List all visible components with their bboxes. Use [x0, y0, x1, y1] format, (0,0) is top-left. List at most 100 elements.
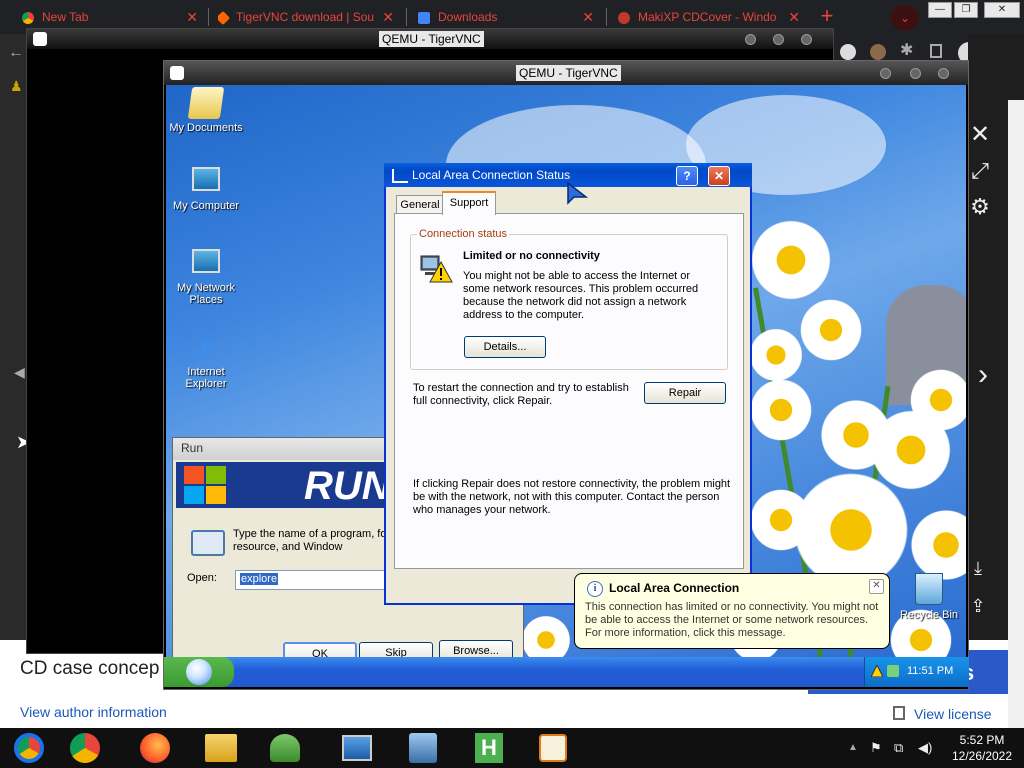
repair-button[interactable]: Repair — [644, 382, 726, 404]
new-tab-button[interactable]: + — [814, 5, 840, 29]
windows-orb-icon — [186, 659, 212, 685]
side-panel-icon[interactable] — [930, 44, 942, 58]
tigervnc-icon[interactable] — [526, 730, 580, 766]
balloon-close-button[interactable]: ✕ — [869, 579, 884, 594]
tab-support[interactable]: Support — [442, 191, 496, 215]
help-button[interactable]: ? — [676, 166, 698, 186]
close-tab-icon[interactable]: ✕ — [186, 4, 198, 30]
extension-icon[interactable] — [840, 44, 856, 60]
tab-downloads[interactable]: Downloads ✕ — [418, 4, 598, 30]
puzzle-icon[interactable]: ✱ — [900, 40, 913, 60]
close-dot[interactable] — [801, 34, 812, 45]
tab-divider — [208, 8, 209, 26]
chromium-icon[interactable] — [2, 730, 56, 766]
close-icon[interactable]: ✕ — [968, 120, 992, 149]
maximize-button[interactable]: ❐ — [954, 2, 978, 18]
host-clock[interactable]: 5:52 PM 12/26/2022 — [944, 732, 1020, 764]
ok-button[interactable]: OK — [283, 642, 357, 657]
close-dot[interactable] — [938, 68, 949, 79]
network-connection-icon — [392, 169, 408, 183]
desktop-icon-label: Recycle Bin — [899, 609, 959, 621]
start-button[interactable] — [164, 657, 234, 687]
close-tab-icon[interactable]: ✕ — [582, 4, 594, 30]
daisy-flower — [746, 215, 836, 305]
network-warning-tray-icon[interactable] — [870, 663, 884, 678]
desktop-icon-recycle-bin[interactable]: Recycle Bin — [894, 573, 964, 621]
chrome-icon[interactable] — [58, 730, 112, 766]
repair-instructions: To restart the connection and try to est… — [413, 382, 629, 407]
tab-tigervnc-download[interactable]: TigerVNC download | Sou ✕ — [218, 4, 398, 30]
computer-icon — [192, 167, 220, 191]
tab-divider — [406, 8, 407, 26]
chevron-up-icon[interactable]: ▲ — [848, 742, 858, 753]
file-manager-icon[interactable] — [194, 730, 248, 766]
gear-icon[interactable]: ⚙ — [968, 194, 992, 220]
tab-makixp-cdcover[interactable]: MakiXP CDCover - Windo ✕ — [618, 4, 804, 30]
avatar[interactable] — [870, 44, 886, 60]
back-arrow-icon[interactable]: ← — [8, 44, 24, 62]
firefox-icon[interactable] — [128, 730, 182, 766]
view-license-link[interactable]: View license — [914, 706, 992, 722]
h-app-icon[interactable]: H — [462, 730, 516, 766]
share-icon[interactable]: ⇪ — [968, 596, 988, 617]
close-tab-icon[interactable]: ✕ — [788, 4, 800, 30]
network-users-icon[interactable] — [258, 730, 312, 766]
folder-icon — [187, 87, 225, 119]
windows-logo-icon — [184, 466, 226, 504]
daisy-flower — [746, 485, 816, 555]
flag-icon[interactable]: ⚑ — [870, 740, 882, 756]
network-warning-icon — [420, 255, 453, 283]
vnc-outer-titlebar[interactable]: QEMU - TigerVNC — [27, 29, 833, 49]
internet-explorer-icon: e — [199, 330, 213, 363]
connectivity-balloon[interactable]: i Local Area Connection ✕ This connectio… — [574, 573, 890, 649]
chevron-right-icon[interactable]: › — [968, 358, 998, 392]
desktop-icon-label: My Documents — [169, 122, 243, 134]
safely-remove-icon[interactable] — [887, 665, 899, 677]
run-open-label: Open: — [187, 572, 217, 584]
close-button[interactable]: ✕ — [708, 166, 730, 186]
tab-label: MakiXP CDCover - Windo — [638, 10, 777, 24]
download-icon[interactable]: ⤓ — [968, 558, 988, 579]
desktop-icon-my-network-places[interactable]: My Network Places — [166, 249, 246, 306]
desktop-icon-my-documents[interactable]: My Documents — [166, 87, 246, 134]
tab-general[interactable]: General — [396, 195, 444, 214]
page-scrollbar[interactable] — [1008, 100, 1024, 728]
view-author-link[interactable]: View author information — [20, 704, 167, 720]
remote-desktop-icon[interactable] — [330, 730, 384, 766]
expand-icon[interactable]: ⤢ — [968, 158, 992, 184]
desktop-icon-label: My Computer — [172, 200, 240, 212]
run-title: Run — [181, 441, 204, 455]
chevron-left-icon[interactable]: ◀ — [14, 364, 25, 381]
minimize-dot[interactable] — [880, 68, 891, 79]
tab-label: TigerVNC download | Sou — [236, 10, 375, 24]
skip-button[interactable]: Skip — [359, 642, 433, 657]
host-time: 5:52 PM — [959, 733, 1005, 747]
vnc-cursor-icon — [567, 181, 588, 205]
volume-icon[interactable]: ◀) — [918, 740, 932, 756]
tab-label: New Tab — [42, 10, 89, 24]
minimize-dot[interactable] — [745, 34, 756, 45]
desktop-icon-label: Internet Explorer — [185, 366, 227, 390]
page-title: CD case concep — [20, 658, 160, 679]
vnc-inner-titlebar[interactable]: QEMU - TigerVNC — [164, 61, 968, 85]
info-icon: i — [587, 581, 603, 597]
tab-divider — [606, 8, 607, 26]
close-window-button[interactable]: ✕ — [984, 2, 1020, 18]
lac-title: Local Area Connection Status — [412, 168, 571, 182]
vm-manager-icon[interactable] — [396, 730, 450, 766]
browse-button[interactable]: Browse... — [439, 640, 513, 657]
desktop-icon-my-computer[interactable]: My Computer — [166, 167, 246, 212]
chevron-down-icon[interactable]: ⌄ — [891, 5, 919, 31]
daisy-flower — [516, 615, 576, 657]
minimize-button[interactable]: — — [928, 2, 952, 18]
close-tab-icon[interactable]: ✕ — [382, 4, 394, 30]
details-button[interactable]: Details... — [464, 336, 546, 358]
maximize-dot[interactable] — [773, 34, 784, 45]
recycle-bin-icon — [915, 573, 943, 605]
connection-status-label: Connection status — [417, 228, 510, 240]
network-icon[interactable]: ⧉ — [894, 740, 903, 756]
tab-new-tab[interactable]: New Tab ✕ — [22, 4, 202, 30]
maximize-dot[interactable] — [910, 68, 921, 79]
desktop-icon-internet-explorer[interactable]: e Internet Explorer — [166, 330, 246, 391]
network-icon — [192, 249, 220, 273]
